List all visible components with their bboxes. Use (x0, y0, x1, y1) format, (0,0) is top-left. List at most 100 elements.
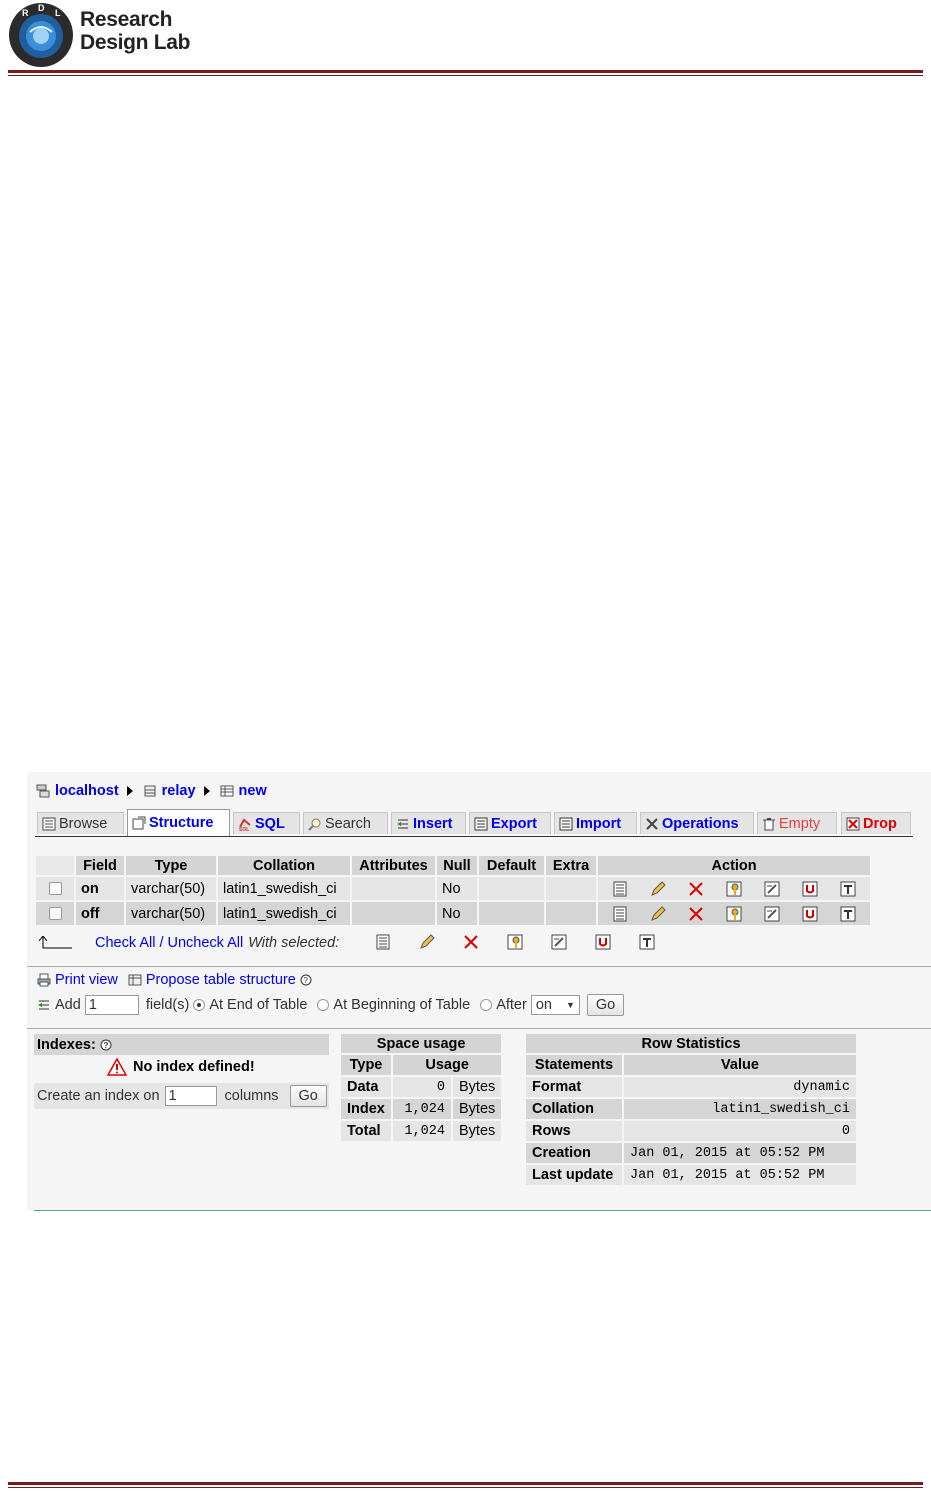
stat-value: Jan 01, 2015 at 05:52 PM (624, 1165, 856, 1185)
column-header: Value (624, 1055, 856, 1075)
stat-label: Rows (526, 1121, 622, 1141)
field-null: No (437, 877, 477, 900)
delete-x-icon[interactable] (688, 881, 704, 897)
browse-distinct-icon[interactable] (612, 881, 628, 897)
edit-pencil-icon[interactable] (419, 934, 435, 950)
space-unit: Bytes (453, 1077, 502, 1097)
check-all-link[interactable]: Check All (95, 935, 155, 951)
tab-label: SQL (255, 815, 285, 832)
breadcrumb-server-link[interactable]: localhost (55, 783, 119, 799)
section-divider (27, 966, 931, 967)
edit-pencil-icon[interactable] (650, 905, 666, 922)
unique-icon[interactable] (802, 881, 818, 897)
row-checkbox[interactable] (48, 882, 62, 896)
primary-key-icon[interactable] (507, 934, 523, 950)
tab-sql[interactable]: SQL SQL (233, 812, 300, 834)
at-end-label: At End of Table (209, 997, 308, 1013)
primary-key-icon[interactable] (726, 906, 742, 922)
row-actions (598, 902, 871, 925)
help-icon[interactable]: ? (100, 1039, 112, 1051)
edit-pencil-icon[interactable] (650, 880, 666, 897)
structure-header-row: Field Type Collation Attributes Null Def… (36, 856, 871, 875)
export-icon (474, 817, 488, 830)
after-field-select[interactable]: on ▼ (530, 995, 580, 1015)
with-selected-label: With selected: (248, 935, 340, 951)
space-usage-title-row: Space usage (341, 1034, 502, 1053)
row-stats-header-row: Statements Value (526, 1055, 856, 1075)
index-columns-input[interactable]: 1 (164, 1086, 217, 1106)
space-value: 1,024 (393, 1099, 451, 1119)
tab-label: Operations (662, 815, 739, 832)
fulltext-icon[interactable] (639, 934, 655, 950)
stat-label: Last update (526, 1165, 622, 1185)
breadcrumb-server[interactable]: localhost (36, 783, 119, 799)
tab-drop[interactable]: Drop (841, 812, 911, 834)
row-checkbox[interactable] (48, 907, 62, 921)
at-beginning-radio[interactable] (317, 999, 330, 1011)
search-icon (308, 818, 321, 831)
add-fields-go-button[interactable]: Go (586, 994, 625, 1016)
tab-export[interactable]: Export (469, 812, 551, 834)
tab-search[interactable]: Search (303, 812, 388, 834)
tab-structure[interactable]: Structure (127, 809, 230, 836)
unique-icon[interactable] (802, 906, 818, 922)
field-default (479, 902, 544, 925)
svg-text:?: ? (103, 1041, 108, 1050)
tab-empty[interactable]: Empty (757, 812, 837, 834)
brand-subname: Design Lab (80, 31, 191, 54)
breadcrumb-database[interactable]: relay (143, 783, 196, 799)
field-extra (546, 902, 596, 925)
field-type: varchar(50) (126, 902, 216, 925)
no-index-warning: No index defined! (107, 1058, 255, 1076)
tab-label: Search (325, 815, 371, 832)
browse-distinct-icon[interactable] (612, 906, 628, 922)
stat-value: 0 (624, 1121, 856, 1141)
row-actions (598, 877, 871, 900)
column-header: Default (479, 856, 544, 875)
column-header: Usage (393, 1055, 502, 1075)
breadcrumb-table[interactable]: new (220, 783, 267, 799)
index-icon[interactable] (764, 906, 780, 922)
add-label: Add (55, 997, 81, 1013)
tab-operations[interactable]: Operations (640, 812, 754, 834)
column-header: Field (76, 856, 124, 875)
fulltext-icon[interactable] (840, 906, 856, 922)
after-label: After (496, 997, 527, 1013)
index-icon[interactable] (551, 934, 567, 950)
breadcrumb-table-link[interactable]: new (239, 783, 267, 799)
table-tools: Print view Propose table structure ? (37, 972, 312, 988)
space-value: 1,024 (393, 1121, 451, 1141)
print-view-link[interactable]: Print view (55, 972, 118, 988)
with-selected-bar: Check All / Uncheck All With selected: (39, 932, 339, 954)
svg-text:?: ? (303, 976, 308, 985)
at-end-radio[interactable] (193, 999, 206, 1011)
table-row: Index 1,024 Bytes (341, 1099, 502, 1119)
uncheck-all-link[interactable]: Uncheck All (167, 935, 243, 951)
section-divider (27, 1028, 931, 1029)
fulltext-icon[interactable] (840, 881, 856, 897)
delete-x-icon[interactable] (463, 934, 479, 950)
indexes-heading: Indexes: ? (34, 1034, 329, 1055)
tab-insert[interactable]: Insert (391, 812, 466, 834)
primary-key-icon[interactable] (726, 881, 742, 897)
index-icon[interactable] (764, 881, 780, 897)
browse-distinct-icon[interactable] (375, 934, 391, 950)
help-icon[interactable]: ? (300, 974, 312, 986)
table-row: Data 0 Bytes (341, 1077, 502, 1097)
create-index-go-button[interactable]: Go (289, 1085, 327, 1107)
fields-label: field(s) (145, 997, 190, 1013)
add-field-count-input[interactable]: 1 (84, 995, 139, 1015)
column-header: Collation (218, 856, 350, 875)
link-divider: / (159, 935, 164, 951)
delete-x-icon[interactable] (688, 906, 704, 922)
unique-icon[interactable] (595, 934, 611, 950)
import-icon (559, 817, 573, 830)
tab-browse[interactable]: Browse (37, 812, 124, 834)
tab-import[interactable]: Import (554, 812, 637, 834)
field-name: on (76, 877, 124, 900)
footer-divider-thin (8, 1487, 923, 1488)
breadcrumb-database-link[interactable]: relay (162, 783, 196, 799)
propose-structure-link[interactable]: Propose table structure (146, 972, 296, 988)
field-extra (546, 877, 596, 900)
after-radio[interactable] (480, 999, 493, 1011)
